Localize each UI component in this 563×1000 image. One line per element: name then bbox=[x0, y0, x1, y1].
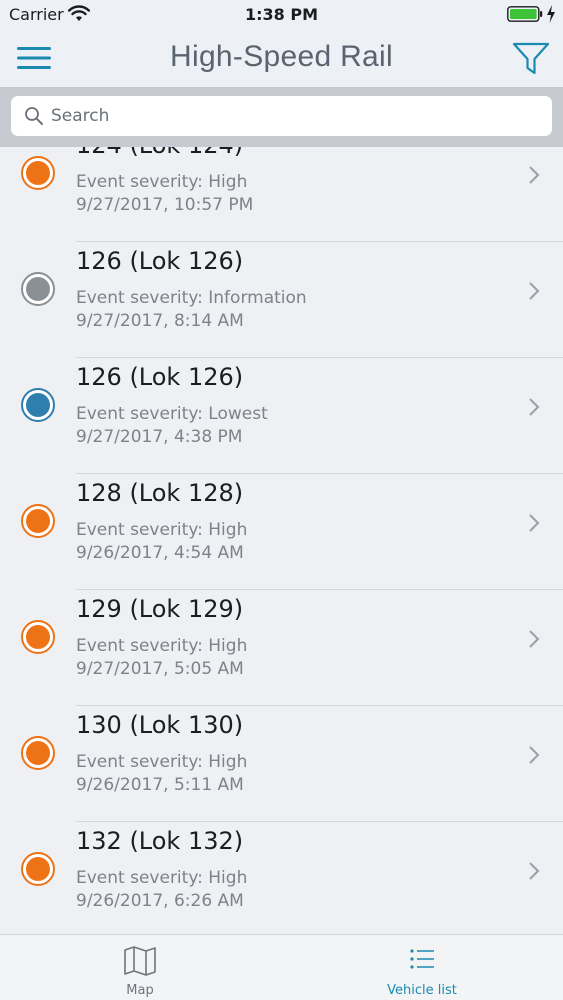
event-date: 9/27/2017, 8:14 AM bbox=[76, 311, 244, 331]
event-date: 9/26/2017, 5:11 AM bbox=[76, 775, 244, 795]
event-date: 9/27/2017, 4:38 PM bbox=[76, 427, 243, 447]
event-severity: Event severity: High bbox=[76, 636, 248, 656]
vehicle-name: 124 (Lok 124) bbox=[76, 147, 243, 159]
event-severity: Event severity: High bbox=[76, 520, 248, 540]
search-bar-container bbox=[0, 87, 563, 147]
list-icon bbox=[410, 949, 434, 969]
search-box[interactable] bbox=[11, 96, 552, 136]
battery-icon bbox=[507, 6, 543, 22]
event-date: 9/26/2017, 4:54 AM bbox=[76, 543, 244, 563]
funnel-filter-icon[interactable] bbox=[512, 41, 550, 77]
vehicle-name: 129 (Lok 129) bbox=[76, 595, 244, 623]
chevron-right-icon bbox=[529, 398, 540, 416]
vehicle-name: 126 (Lok 126) bbox=[76, 363, 244, 391]
clock-time: 1:38 PM bbox=[244, 5, 318, 24]
event-date: 9/27/2017, 5:05 AM bbox=[76, 659, 244, 679]
severity-indicator bbox=[21, 504, 55, 538]
vehicle-name: 128 (Lok 128) bbox=[76, 479, 244, 507]
event-severity: Event severity: Information bbox=[76, 288, 307, 308]
status-bar: Carrier 1:38 PM bbox=[0, 0, 563, 30]
tab-bar: Map Vehicle list bbox=[0, 934, 563, 1000]
vehicle-row[interactable]: 130 (Lok 130) Event severity: High 9/26/… bbox=[0, 706, 563, 822]
event-severity: Event severity: High bbox=[76, 172, 248, 192]
chevron-right-icon bbox=[529, 630, 540, 648]
vehicle-row[interactable]: 126 (Lok 126) Event severity: Informatio… bbox=[0, 242, 563, 358]
map-icon bbox=[124, 946, 156, 976]
severity-indicator bbox=[21, 620, 55, 654]
event-severity: Event severity: Lowest bbox=[76, 404, 268, 424]
event-severity: Event severity: High bbox=[76, 868, 248, 888]
charging-bolt-icon bbox=[547, 5, 555, 23]
tab-vehicle-list[interactable]: Vehicle list bbox=[342, 935, 502, 1000]
chevron-right-icon bbox=[529, 862, 540, 880]
severity-indicator bbox=[21, 272, 55, 306]
severity-indicator bbox=[21, 852, 55, 886]
event-date: 9/26/2017, 6:26 AM bbox=[76, 891, 244, 911]
page-title: High-Speed Rail bbox=[170, 40, 393, 73]
chevron-right-icon bbox=[529, 514, 540, 532]
vehicle-row[interactable]: 132 (Lok 132) Event severity: High 9/26/… bbox=[0, 822, 563, 934]
vehicle-row[interactable]: 126 (Lok 126) Event severity: Lowest 9/2… bbox=[0, 358, 563, 474]
search-icon bbox=[25, 107, 43, 125]
severity-indicator bbox=[21, 388, 55, 422]
severity-indicator bbox=[21, 156, 55, 190]
tab-map[interactable]: Map bbox=[60, 935, 220, 1000]
vehicle-row[interactable]: 129 (Lok 129) Event severity: High 9/27/… bbox=[0, 590, 563, 706]
vehicle-name: 126 (Lok 126) bbox=[76, 247, 244, 275]
navigation-bar: High-Speed Rail bbox=[0, 30, 563, 87]
severity-indicator bbox=[21, 736, 55, 770]
vehicle-row[interactable]: 124 (Lok 124) Event severity: High 9/27/… bbox=[0, 147, 563, 242]
tab-label: Map bbox=[126, 983, 154, 998]
event-date: 9/27/2017, 10:57 PM bbox=[76, 195, 254, 215]
chevron-right-icon bbox=[529, 746, 540, 764]
chevron-right-icon bbox=[529, 282, 540, 300]
tab-label: Vehicle list bbox=[387, 983, 457, 998]
chevron-right-icon bbox=[529, 166, 540, 184]
vehicle-name: 132 (Lok 132) bbox=[76, 827, 244, 855]
search-input[interactable] bbox=[51, 101, 531, 131]
vehicle-list: 124 (Lok 124) Event severity: High 9/27/… bbox=[0, 147, 563, 934]
vehicle-name: 130 (Lok 130) bbox=[76, 711, 244, 739]
event-severity: Event severity: High bbox=[76, 752, 248, 772]
vehicle-row[interactable]: 128 (Lok 128) Event severity: High 9/26/… bbox=[0, 474, 563, 590]
